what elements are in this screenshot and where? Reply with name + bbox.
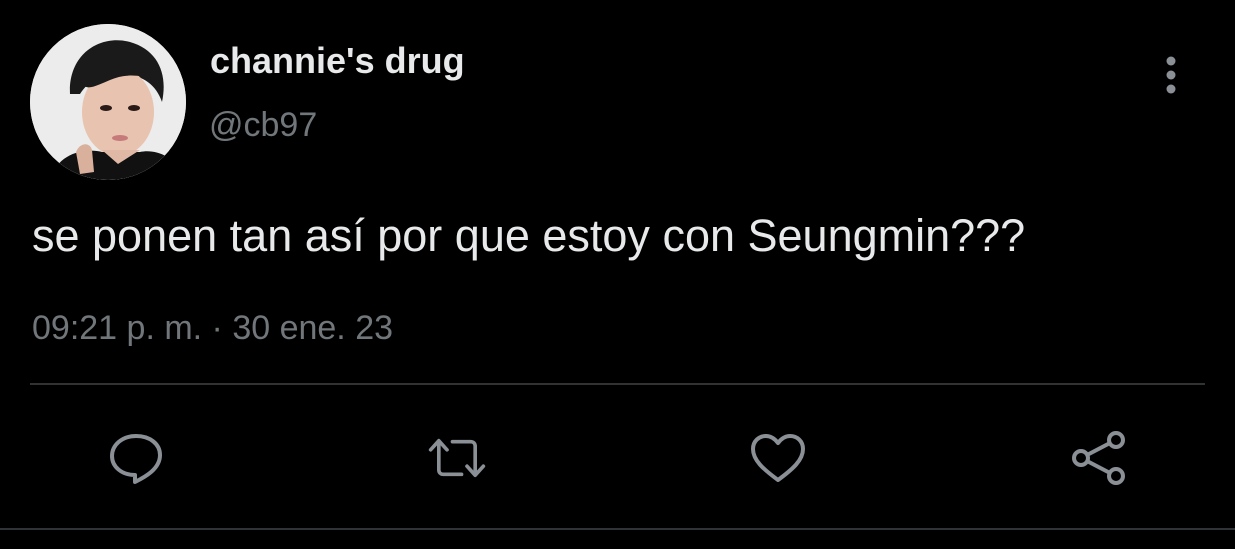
- divider: [30, 383, 1205, 385]
- retweet-icon: [428, 438, 486, 478]
- author-display-name[interactable]: channie's drug: [210, 40, 465, 82]
- avatar[interactable]: [30, 24, 186, 180]
- retweet-button[interactable]: [427, 428, 487, 488]
- share-button[interactable]: [1070, 428, 1130, 488]
- tweet-card: channie's drug @cb97 se ponen tan así po…: [0, 0, 1235, 549]
- share-icon: [1072, 431, 1125, 485]
- reply-button[interactable]: [106, 428, 166, 488]
- tweet-text: se ponen tan así por que estoy con Seung…: [32, 210, 1026, 261]
- like-button[interactable]: [748, 428, 808, 488]
- more-options-button[interactable]: [1148, 50, 1194, 100]
- author-handle[interactable]: @cb97: [209, 104, 317, 146]
- heart-icon: [751, 434, 805, 482]
- more-vertical-icon: [1166, 56, 1176, 94]
- tweet-timestamp[interactable]: 09:21 p. m. · 30 ene. 23: [32, 306, 393, 350]
- avatar-image: [30, 24, 186, 180]
- bottom-divider: [0, 528, 1235, 530]
- reply-icon: [110, 434, 162, 484]
